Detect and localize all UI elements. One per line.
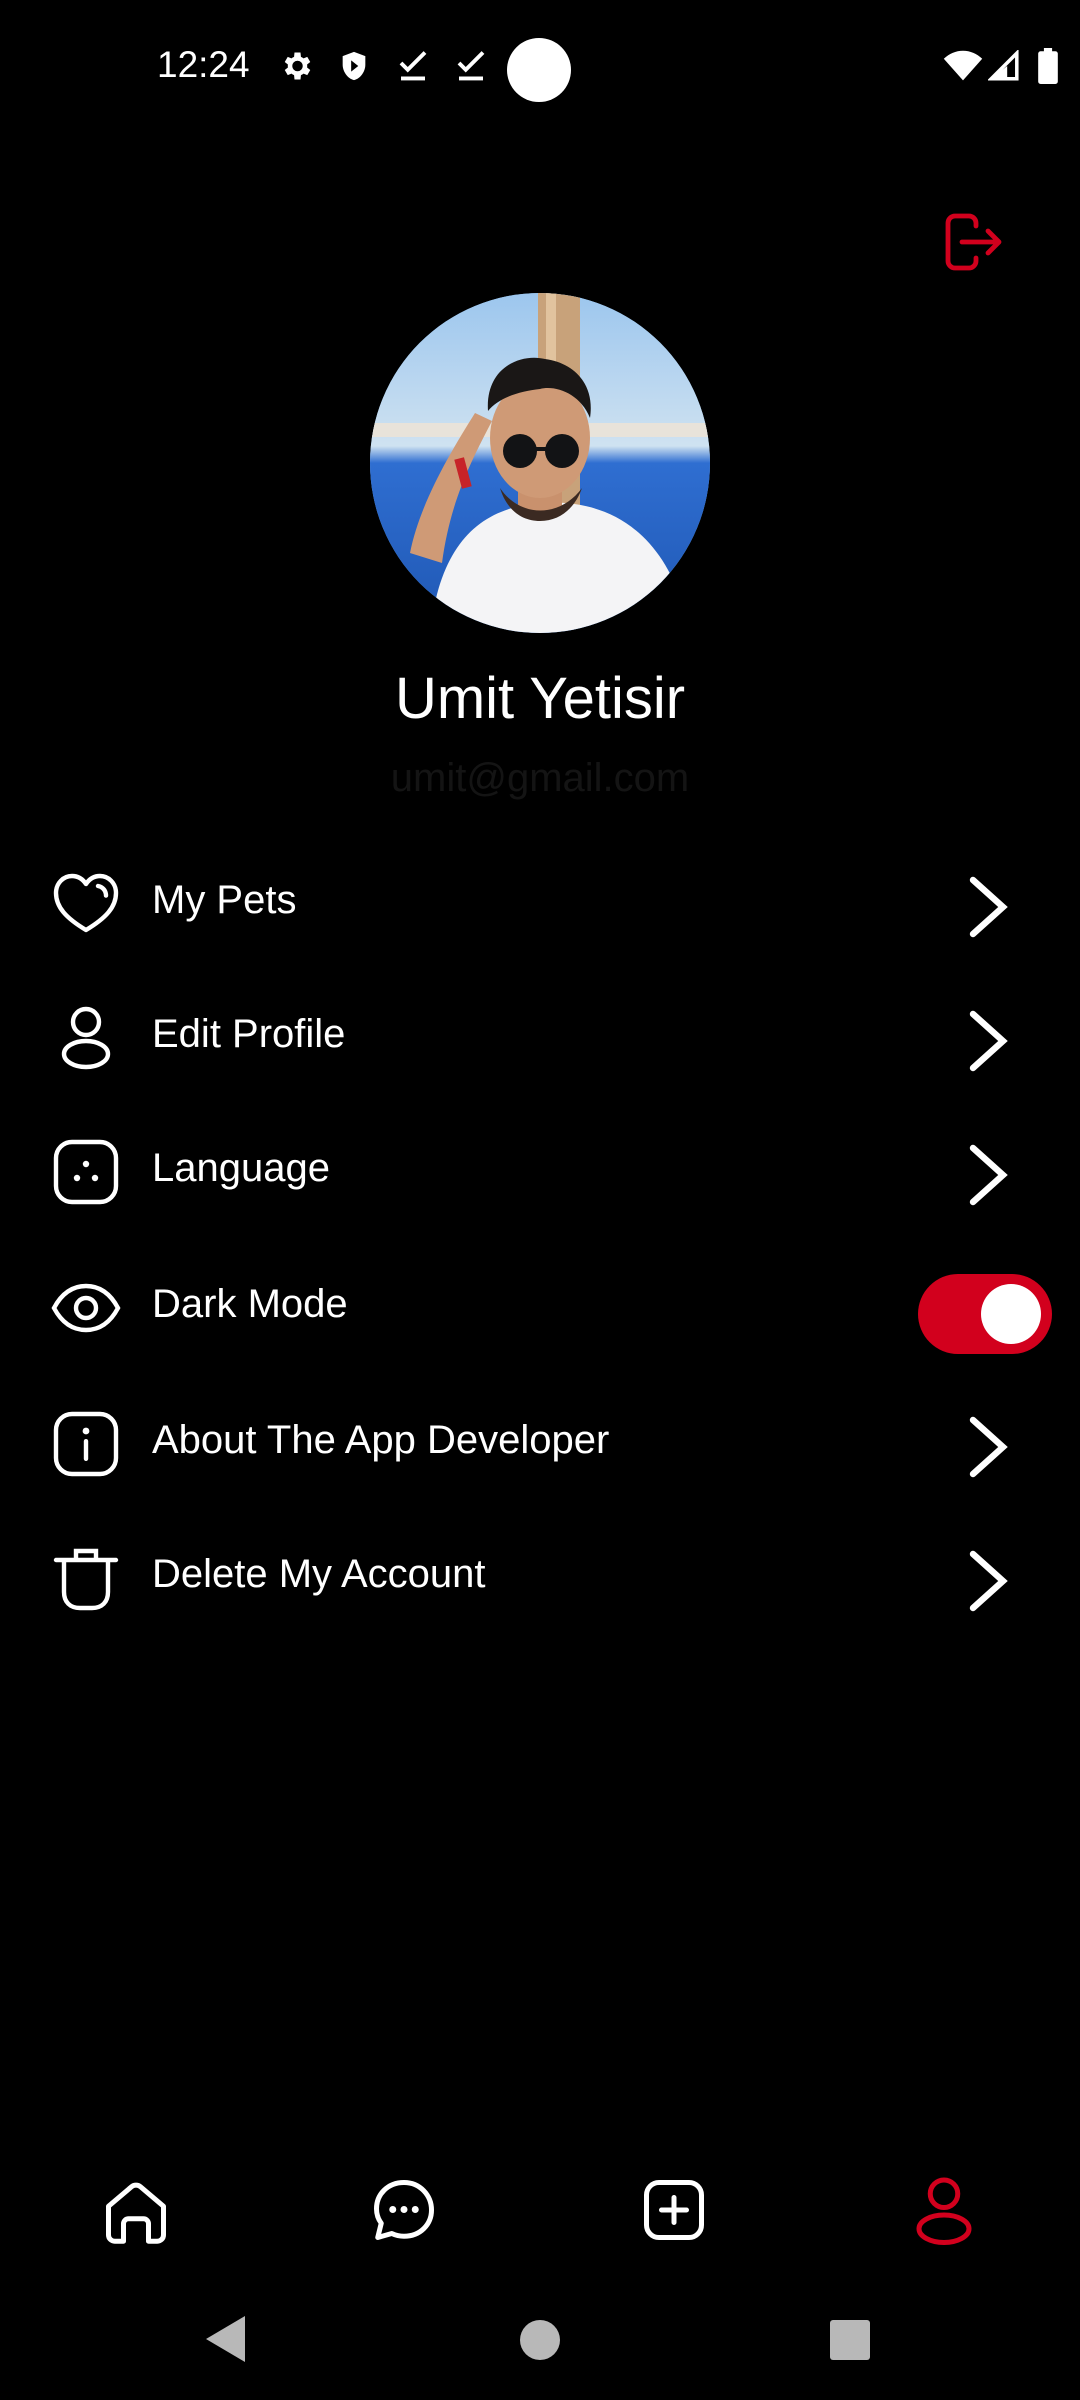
heart-icon xyxy=(53,873,119,933)
home-icon xyxy=(106,2182,166,2244)
logout-button[interactable] xyxy=(940,210,1004,274)
status-time: 12:24 xyxy=(157,44,250,85)
download-done-icon xyxy=(457,51,485,81)
system-navigation xyxy=(0,2290,1080,2400)
menu-item-my-pets[interactable]: My Pets xyxy=(0,840,1080,960)
profile-icon xyxy=(916,2177,972,2245)
eye-icon xyxy=(51,1283,121,1333)
menu-item-about-developer[interactable]: About The App Developer xyxy=(0,1380,1080,1500)
bottom-navigation xyxy=(0,2150,1080,2270)
avatar-image xyxy=(370,293,710,633)
dark-mode-toggle[interactable] xyxy=(918,1274,1052,1354)
status-bar: 12:24 xyxy=(0,0,1080,140)
signal-icon xyxy=(988,50,1019,81)
chat-icon xyxy=(374,2180,434,2240)
language-icon xyxy=(53,1139,119,1205)
menu-label: Dark Mode xyxy=(152,1282,348,1326)
menu-item-dark-mode: Dark Mode xyxy=(0,1244,1080,1364)
chevron-right-icon xyxy=(969,1144,1008,1206)
nav-profile[interactable] xyxy=(904,2170,984,2250)
recents-icon[interactable] xyxy=(828,2318,872,2362)
logout-icon xyxy=(945,213,1002,271)
menu-item-delete-account[interactable]: Delete My Account xyxy=(0,1514,1080,1634)
back-icon[interactable] xyxy=(200,2312,250,2366)
menu-label: My Pets xyxy=(152,878,297,922)
avatar[interactable] xyxy=(370,293,710,633)
profile-name: Umit Yetisir xyxy=(394,666,686,731)
nav-chat[interactable] xyxy=(364,2170,444,2250)
shield-icon xyxy=(342,51,366,81)
toggle-knob xyxy=(981,1284,1041,1344)
menu-label: Delete My Account xyxy=(152,1552,486,1596)
notification-dot xyxy=(507,38,571,102)
add-post-icon xyxy=(644,2180,704,2240)
wifi-icon xyxy=(943,50,983,81)
home-button-icon[interactable] xyxy=(518,2318,562,2362)
info-icon xyxy=(53,1411,119,1477)
chevron-right-icon xyxy=(969,1416,1008,1478)
menu-label: About The App Developer xyxy=(152,1418,610,1462)
battery-icon xyxy=(1038,48,1058,84)
trash-icon xyxy=(53,1548,119,1611)
nav-add-post[interactable] xyxy=(634,2170,714,2250)
chevron-right-icon xyxy=(969,1550,1008,1612)
menu-label: Language xyxy=(152,1146,330,1190)
menu-label: Edit Profile xyxy=(152,1012,346,1056)
menu-item-edit-profile[interactable]: Edit Profile xyxy=(0,974,1080,1094)
chevron-right-icon xyxy=(969,1010,1008,1072)
download-done-icon xyxy=(399,51,427,81)
profile-email: umit@gmail.com xyxy=(390,756,690,800)
menu-item-language[interactable]: Language xyxy=(0,1108,1080,1228)
settings-icon xyxy=(284,52,311,80)
user-icon xyxy=(61,1006,111,1070)
nav-home[interactable] xyxy=(96,2170,176,2250)
chevron-right-icon xyxy=(969,876,1008,938)
